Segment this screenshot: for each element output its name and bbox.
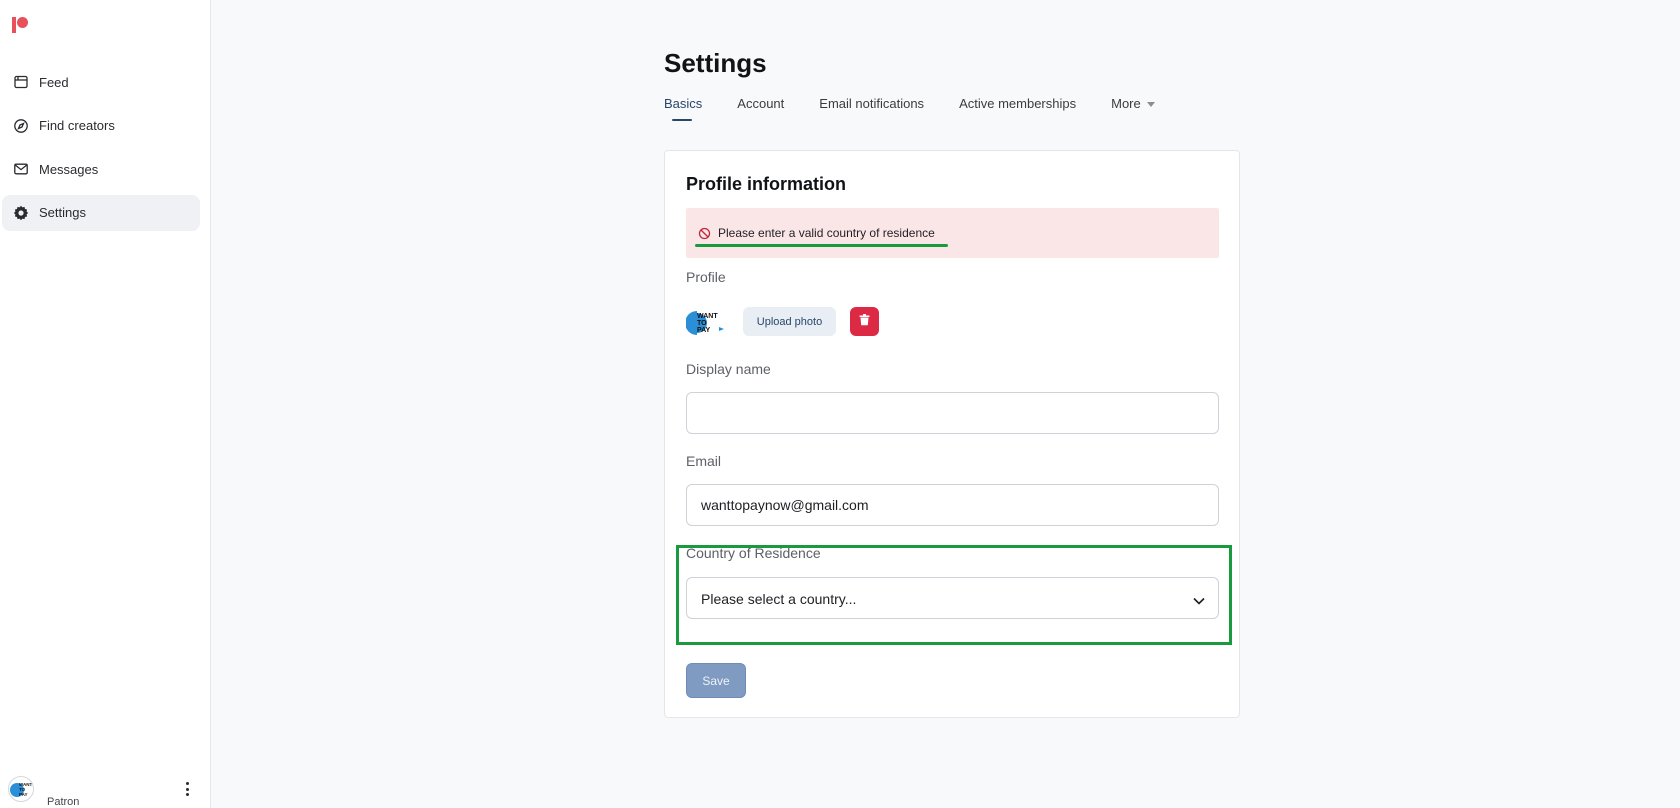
profile-card: Profile information Please enter a valid… bbox=[664, 150, 1240, 718]
sidebar: Feed Find creators Messages Settings WAN… bbox=[0, 0, 211, 808]
tab-active-memberships[interactable]: Active memberships bbox=[959, 96, 1076, 120]
chevron-down-icon bbox=[1192, 593, 1206, 605]
prohibited-icon bbox=[698, 227, 711, 240]
sidebar-item-label: Messages bbox=[39, 161, 99, 177]
trash-icon bbox=[859, 314, 870, 329]
user-menu[interactable]: WANT TO PAY Patron bbox=[8, 776, 203, 808]
profile-label: Profile bbox=[686, 269, 726, 285]
display-name-label: Display name bbox=[686, 361, 771, 377]
settings-tabs: Basics Account Email notifications Activ… bbox=[664, 96, 1190, 126]
svg-text:PAY: PAY bbox=[19, 792, 28, 797]
sidebar-item-label: Settings bbox=[39, 205, 86, 220]
caret-down-icon bbox=[1146, 102, 1155, 108]
svg-text:PAY: PAY bbox=[697, 327, 711, 334]
tab-more[interactable]: More bbox=[1111, 96, 1155, 120]
sidebar-nav: Feed Find creators Messages Settings bbox=[0, 64, 211, 238]
tab-account[interactable]: Account bbox=[737, 96, 784, 120]
avatar[interactable]: WANT TO PAY bbox=[8, 776, 34, 802]
patreon-logo-icon[interactable] bbox=[12, 17, 30, 35]
error-alert: Please enter a valid country of residenc… bbox=[686, 208, 1219, 258]
upload-photo-button[interactable]: Upload photo bbox=[743, 307, 836, 336]
country-label: Country of Residence bbox=[686, 545, 821, 561]
user-role: Patron bbox=[47, 796, 80, 808]
more-options-icon[interactable] bbox=[182, 780, 192, 798]
sidebar-item-feed[interactable]: Feed bbox=[2, 64, 200, 100]
tab-email-notifications[interactable]: Email notifications bbox=[819, 96, 924, 120]
page-title: Settings bbox=[664, 48, 767, 78]
svg-text:TO: TO bbox=[697, 320, 707, 327]
email-label: Email bbox=[686, 453, 722, 469]
email-field[interactable] bbox=[686, 484, 1219, 526]
card-title: Profile information bbox=[686, 174, 847, 194]
profile-avatar: WANT TO PAY bbox=[685, 307, 726, 339]
svg-text:WANT: WANT bbox=[697, 313, 718, 320]
country-select[interactable]: Please select a country... bbox=[686, 577, 1219, 619]
sidebar-item-settings[interactable]: Settings bbox=[2, 194, 200, 231]
compass-icon bbox=[13, 118, 29, 134]
country-select-value: Please select a country... bbox=[701, 591, 857, 607]
sidebar-item-label: Find creators bbox=[39, 118, 115, 133]
feed-icon bbox=[13, 74, 29, 90]
sidebar-item-find-creators[interactable]: Find creators bbox=[2, 108, 200, 144]
save-button[interactable]: Save bbox=[686, 663, 746, 698]
sidebar-item-label: Feed bbox=[39, 74, 69, 90]
delete-photo-button[interactable] bbox=[850, 307, 879, 336]
error-message: Please enter a valid country of residenc… bbox=[718, 226, 935, 240]
error-underline bbox=[695, 244, 948, 247]
tab-basics[interactable]: Basics bbox=[664, 96, 702, 121]
mail-icon bbox=[13, 161, 29, 177]
display-name-field[interactable] bbox=[686, 392, 1219, 434]
sidebar-item-messages[interactable]: Messages bbox=[2, 151, 200, 187]
gear-icon bbox=[13, 205, 29, 221]
